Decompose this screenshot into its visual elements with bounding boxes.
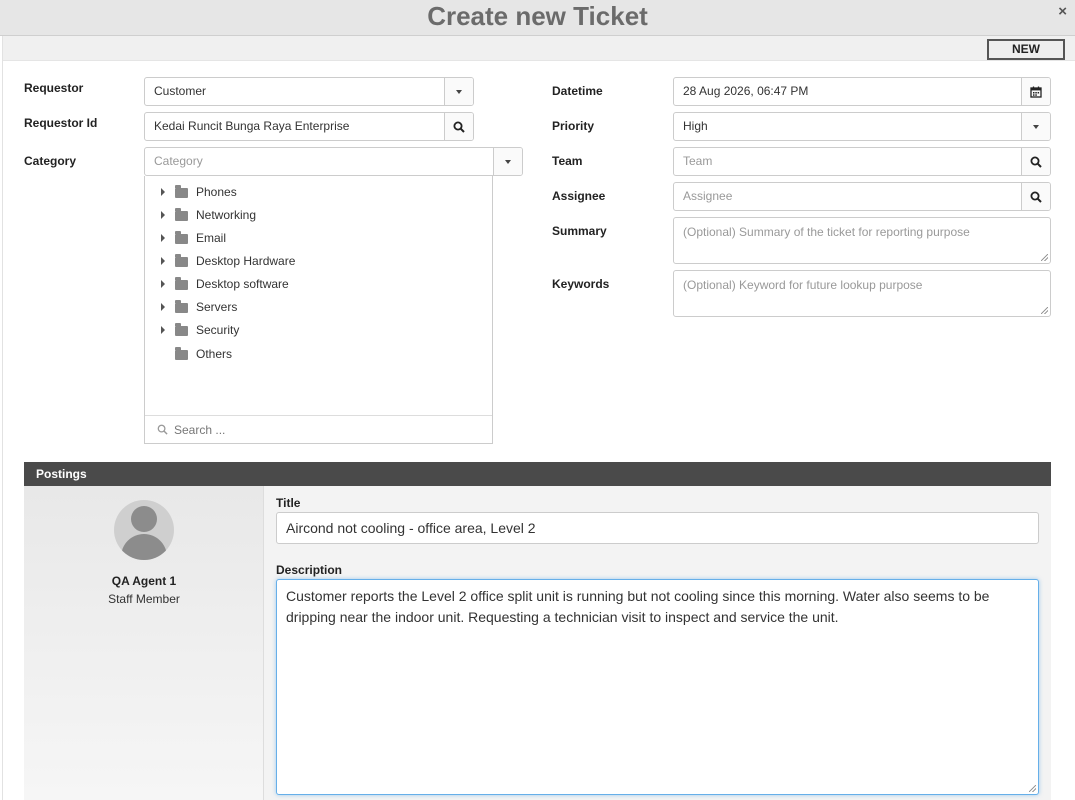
- datetime-field[interactable]: 28 Aug 2026, 06:47 PM: [673, 77, 1051, 106]
- category-search-placeholder: Search ...: [174, 422, 226, 437]
- priority-value: High: [683, 119, 708, 133]
- category-select[interactable]: Category: [144, 147, 523, 176]
- postings-header: Postings: [24, 462, 1051, 486]
- tree-item-email[interactable]: Email: [161, 229, 226, 247]
- folder-icon: [175, 253, 188, 267]
- folder-icon: [175, 322, 188, 336]
- folder-icon: [175, 299, 188, 313]
- summary-textarea[interactable]: (Optional) Summary of the ticket for rep…: [673, 217, 1051, 264]
- dialog-header: Create new Ticket ×: [0, 0, 1075, 36]
- datetime-value: 28 Aug 2026, 06:47 PM: [683, 84, 809, 98]
- caret-right-icon[interactable]: [161, 280, 165, 288]
- priority-select[interactable]: High: [673, 112, 1051, 141]
- folder-icon: [175, 276, 188, 290]
- postings-body: QA Agent 1 Staff Member Title Aircond no…: [24, 486, 1051, 800]
- resize-handle[interactable]: [1041, 254, 1048, 261]
- description-label: Description: [276, 563, 343, 577]
- search-icon: [1030, 191, 1042, 203]
- tree-item-networking[interactable]: Networking: [161, 206, 256, 224]
- tree-item-others[interactable]: Others: [161, 345, 232, 363]
- tree-item-desktop-hardware[interactable]: Desktop Hardware: [161, 252, 295, 270]
- agent-panel: QA Agent 1 Staff Member: [24, 486, 264, 800]
- search-icon: [1030, 156, 1042, 168]
- search-icon: [453, 121, 465, 133]
- tree-item-security[interactable]: Security: [161, 321, 239, 339]
- tree-item-desktop-software[interactable]: Desktop software: [161, 275, 289, 293]
- caret-right-icon[interactable]: [161, 257, 165, 265]
- avatar-body-shape: [121, 534, 167, 560]
- team-field[interactable]: Team: [673, 147, 1051, 176]
- tree-item-label: Phones: [196, 185, 237, 199]
- title-label: Title: [276, 496, 301, 510]
- category-label: Category: [24, 154, 77, 168]
- summary-label: Summary: [552, 224, 607, 238]
- priority-dropdown-button[interactable]: [1021, 113, 1050, 140]
- caret-down-icon: [456, 89, 462, 94]
- caret-down-icon: [1033, 124, 1039, 129]
- tree-item-servers[interactable]: Servers: [161, 298, 237, 316]
- title-input[interactable]: Aircond not cooling - office area, Level…: [276, 512, 1039, 544]
- description-textarea[interactable]: Customer reports the Level 2 office spli…: [276, 579, 1039, 795]
- agent-name: QA Agent 1: [111, 574, 177, 588]
- assignee-label: Assignee: [552, 189, 606, 203]
- folder-icon: [175, 184, 188, 198]
- tree-item-label: Email: [196, 231, 227, 245]
- agent-role: Staff Member: [108, 592, 180, 606]
- assignee-field[interactable]: Assignee: [673, 182, 1051, 211]
- caret-right-icon[interactable]: [161, 188, 165, 196]
- tree-item-label: Desktop software: [196, 277, 289, 291]
- priority-label: Priority: [552, 119, 595, 133]
- assignee-search-button[interactable]: [1021, 183, 1050, 210]
- team-search-button[interactable]: [1021, 148, 1050, 175]
- caret-right-icon[interactable]: [161, 234, 165, 242]
- new-button[interactable]: NEW: [987, 39, 1065, 60]
- category-placeholder: Category: [154, 154, 203, 168]
- keywords-placeholder: (Optional) Keyword for future lookup pur…: [683, 278, 923, 292]
- requestor-value: Customer: [154, 84, 207, 98]
- caret-right-icon[interactable]: [161, 303, 165, 311]
- caret-right-icon[interactable]: [161, 211, 165, 219]
- keywords-label: Keywords: [552, 277, 610, 291]
- tree-item-label: Networking: [196, 208, 257, 222]
- caret-down-icon: [505, 159, 511, 164]
- requestor-dropdown-button[interactable]: [444, 78, 473, 105]
- datetime-picker-button[interactable]: [1021, 78, 1050, 105]
- requestor-select[interactable]: Customer: [144, 77, 474, 106]
- folder-icon: [175, 207, 188, 221]
- close-icon[interactable]: ×: [1058, 3, 1067, 21]
- requestor-id-field[interactable]: Kedai Runcit Bunga Raya Enterprise: [144, 112, 474, 141]
- folder-icon: [175, 346, 188, 360]
- summary-placeholder: (Optional) Summary of the ticket for rep…: [683, 225, 970, 239]
- requestor-id-search-button[interactable]: [444, 113, 473, 140]
- dialog-title: Create new Ticket: [427, 1, 648, 31]
- category-dropdown-button[interactable]: [493, 148, 522, 175]
- tree-item-label: Desktop Hardware: [196, 254, 296, 268]
- folder-icon: [175, 230, 188, 244]
- requestor-id-value: Kedai Runcit Bunga Raya Enterprise: [154, 119, 350, 133]
- category-tree-panel: Phones Networking Email Desktop Hardware…: [144, 176, 493, 444]
- calendar-icon: [1030, 86, 1042, 98]
- resize-handle[interactable]: [1041, 307, 1048, 314]
- tree-item-label: Others: [196, 347, 233, 361]
- search-icon: [157, 424, 168, 435]
- tree-item-phones[interactable]: Phones: [161, 183, 237, 201]
- keywords-textarea[interactable]: (Optional) Keyword for future lookup pur…: [673, 270, 1051, 317]
- caret-right-icon[interactable]: [161, 326, 165, 334]
- tree-item-label: Servers: [196, 300, 238, 314]
- requestor-id-label: Requestor Id: [24, 116, 98, 130]
- assignee-placeholder: Assignee: [683, 189, 733, 203]
- avatar: [114, 500, 174, 560]
- tree-item-label: Security: [196, 323, 240, 337]
- team-label: Team: [552, 154, 583, 168]
- resize-handle[interactable]: [1029, 785, 1036, 792]
- team-placeholder: Team: [683, 154, 713, 168]
- avatar-head-shape: [131, 506, 157, 532]
- category-search-input[interactable]: Search ...: [145, 415, 492, 443]
- requestor-label: Requestor: [24, 81, 84, 95]
- description-text: Customer reports the Level 2 office spli…: [286, 588, 990, 625]
- toolbar: NEW: [3, 36, 1075, 61]
- datetime-label: Datetime: [552, 84, 603, 98]
